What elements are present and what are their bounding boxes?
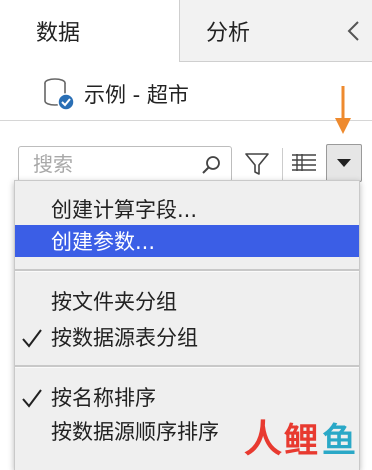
search-icon[interactable]: [201, 155, 221, 175]
menu-item-group-by-folder[interactable]: 按文件夹分组: [15, 285, 359, 317]
watermark-logo: 人 鲤 鱼: [240, 410, 372, 464]
svg-text:鲤: 鲤: [284, 421, 318, 461]
menu-item-label: 创建计算字段...: [51, 198, 198, 222]
menu-item-group-by-data-source-table[interactable]: 按数据源表分组: [15, 321, 359, 353]
checkmark-icon: [22, 389, 42, 408]
menu-separator: [15, 365, 359, 368]
search-input[interactable]: [31, 151, 195, 177]
svg-text:鱼: 鱼: [322, 421, 356, 461]
menu-item-label: 按名称排序: [51, 386, 156, 410]
search-box[interactable]: [18, 146, 232, 182]
logo-icon: 人 鲤 鱼: [244, 417, 356, 461]
section-divider: [0, 120, 372, 121]
database-icon: [44, 78, 75, 111]
datasource-row[interactable]: 示例 - 超市: [42, 74, 189, 114]
menu-item-create-parameter[interactable]: 创建参数...: [15, 225, 359, 257]
dropdown-arrow-icon: [337, 159, 351, 167]
menu-item-label: 创建参数...: [51, 230, 156, 254]
menu-item-label: 按文件夹分组: [51, 290, 177, 314]
menu-item-create-calculated-field[interactable]: 创建计算字段...: [15, 193, 359, 225]
menu-item-sort-by-name[interactable]: 按名称排序: [15, 381, 359, 413]
arrow-down-icon: [335, 86, 351, 134]
menu-item-label: 按数据源表分组: [51, 326, 198, 350]
filter-icon[interactable]: [244, 151, 270, 177]
checkmark-icon: [22, 329, 42, 348]
menu-separator: [15, 269, 359, 272]
tab-analysis-label: 分析: [206, 20, 251, 46]
svg-text:人: 人: [244, 417, 282, 461]
datasource-name: 示例 - 超市: [84, 83, 189, 107]
tab-bar: 数据 分析: [0, 0, 372, 62]
tab-data[interactable]: 数据: [0, 0, 180, 62]
more-options-dropdown-button[interactable]: [326, 144, 362, 182]
menu-item-label: 按数据源顺序排序: [51, 420, 219, 444]
toolbar-divider: [282, 148, 283, 182]
collapse-chevron-icon[interactable]: [344, 18, 364, 44]
list-view-icon[interactable]: [290, 152, 318, 174]
tab-data-label: 数据: [36, 21, 81, 46]
